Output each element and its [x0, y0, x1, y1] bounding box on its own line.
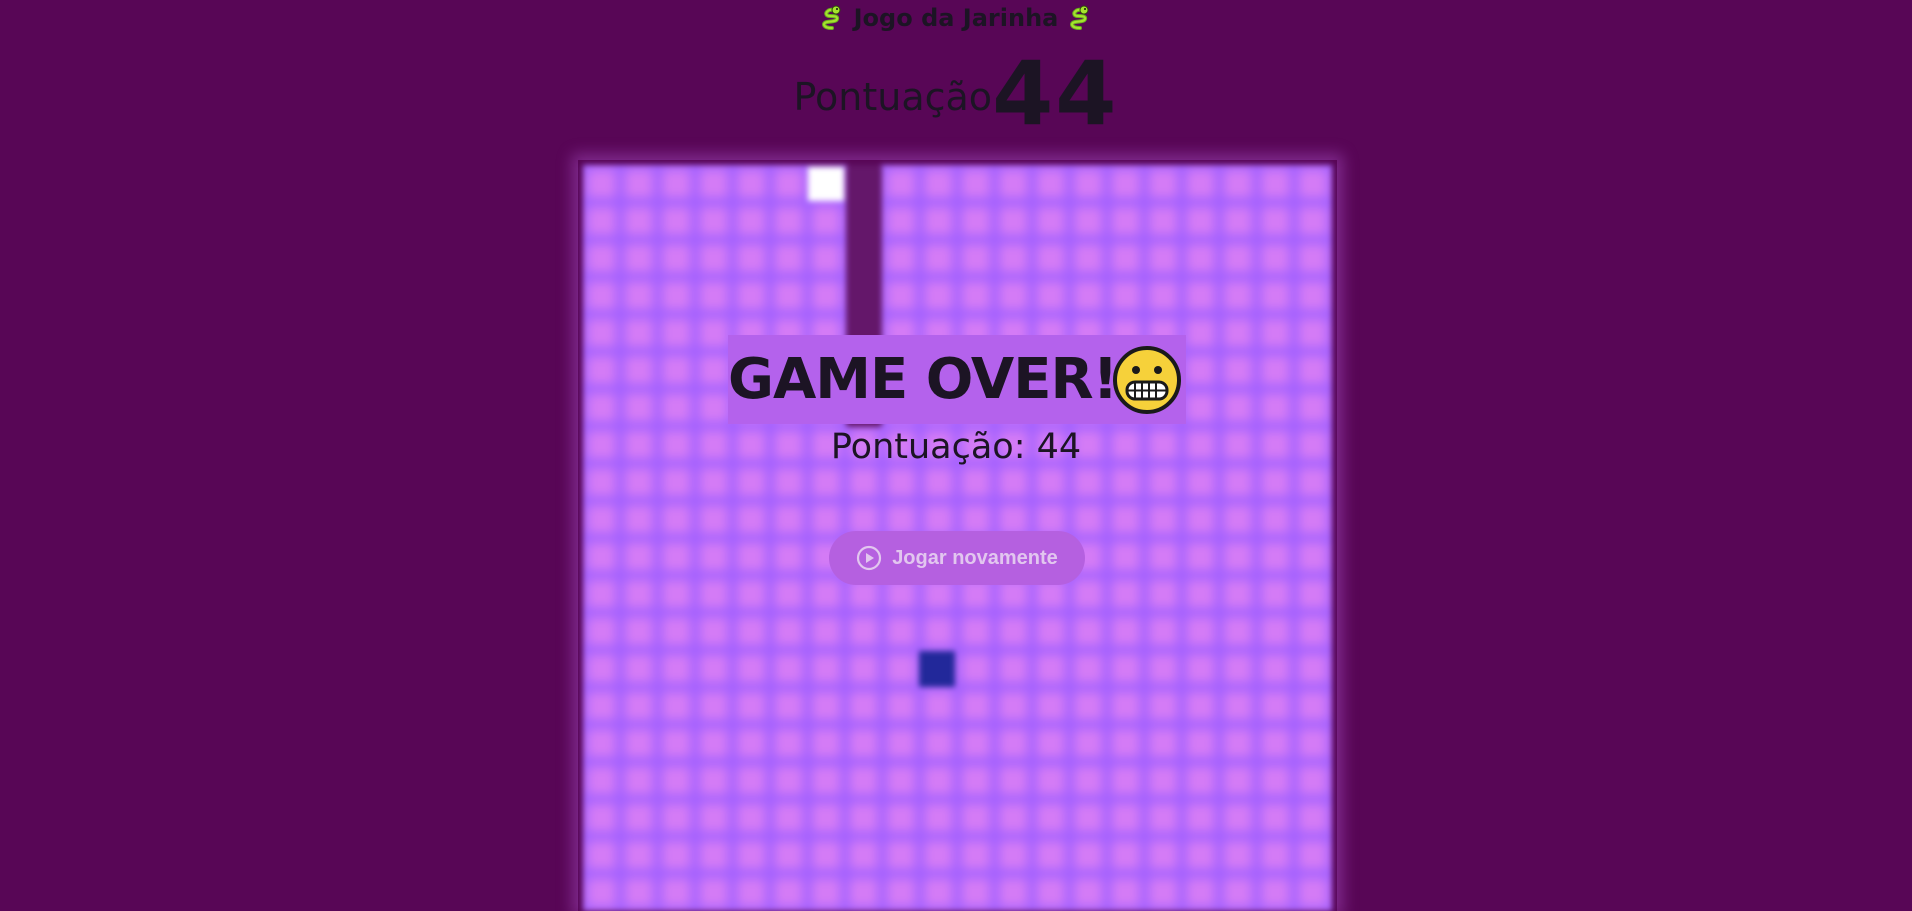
score-value: 44 — [992, 42, 1119, 145]
play-again-label: Jogar novamente — [892, 546, 1058, 569]
grimacing-face-icon — [1113, 346, 1181, 414]
snake-icon — [822, 5, 841, 30]
play-circle-icon — [857, 545, 882, 571]
game-over-banner: GAME OVER! — [728, 335, 1186, 424]
play-again-button[interactable]: Jogar novamente — [829, 531, 1085, 585]
game-over-title: GAME OVER! — [728, 347, 1118, 412]
game-page: Jogo da Jarinha Pontuação44 GAME OVER! P… — [0, 0, 1912, 911]
score-label: Pontuação — [793, 75, 993, 119]
snake-icon — [1069, 5, 1089, 30]
snake-head — [808, 167, 844, 201]
final-score-text: Pontuação: 44 — [830, 427, 1082, 467]
game-title-text: Jogo da Jarinha — [853, 4, 1059, 32]
game-title: Jogo da Jarinha — [0, 4, 1912, 32]
food — [919, 651, 955, 687]
score-display: Pontuação44 — [0, 44, 1912, 144]
